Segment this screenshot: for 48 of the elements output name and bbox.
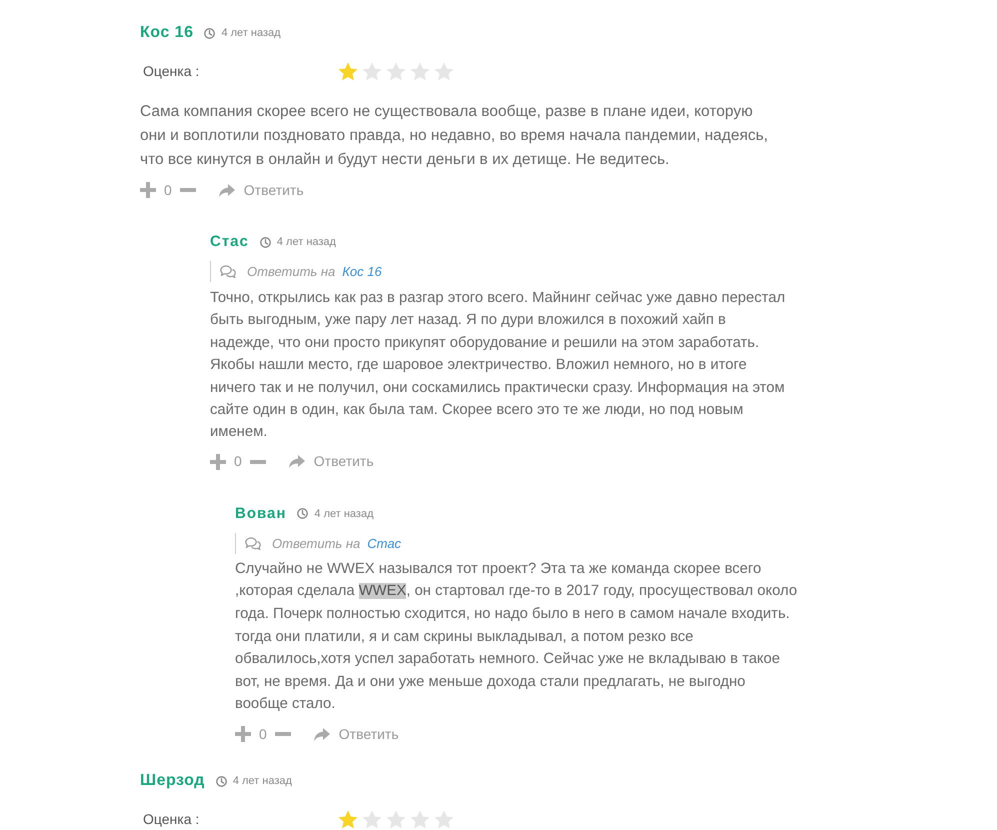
plus-icon[interactable]: [210, 454, 226, 470]
vote-count: 0: [164, 180, 172, 200]
author-name: Шерзод: [140, 771, 205, 791]
comment-text: Сама компания скорее всего не существовала вообще, разве в плане идеи, которую они и воплотили поздновато правда, но недавно, во время начала пандемии, надеясь, что все кинутся в онлайн и будут нести деньги в их детище. Не ведитесь.: [140, 102, 769, 170]
author-name: Кос 16: [140, 23, 194, 43]
reply-to-label: Ответить на: [272, 534, 360, 553]
minus-icon[interactable]: [274, 732, 291, 736]
speech-bubbles-icon: [245, 536, 261, 550]
minus-icon[interactable]: [180, 188, 196, 192]
comment-time: 4 лет назад: [314, 506, 374, 522]
comment-time: 4 лет назад: [221, 26, 281, 41]
star-icon: [434, 62, 454, 81]
comment-time: 4 лет назад: [276, 234, 336, 250]
star-icon: [410, 810, 430, 829]
clock-icon: [216, 776, 227, 786]
reply-arrow-icon: [314, 728, 330, 740]
star-icon: [386, 62, 406, 81]
reply-button[interactable]: Ответить: [288, 451, 374, 472]
star-icon: [410, 62, 430, 81]
reply-button[interactable]: Ответить: [314, 724, 399, 744]
reply-arrow-icon: [288, 455, 305, 468]
reply-to-link[interactable]: Стас: [367, 534, 402, 554]
reply-to-link[interactable]: Кос 16: [342, 262, 382, 282]
star-icon: [362, 810, 382, 829]
reply-button[interactable]: Ответить: [218, 180, 304, 200]
vote-count: 0: [234, 452, 242, 472]
comment-text: Случайно не WWEX назывался тот проект? Эта та же команда скорее всего ,которая сделала WWEX, он стартовал где-то в 2017 году, просуществовал около года. Почерк полностью сходится, но надо было в него в самом начале входить. тогда они платили, я и сам скрины выкладывал, а потом резко все обвалилось,хотя успел заработать немного. Сейчас уже не вкладываю в такое вот, не время. Да и они уже меньше дохода стали предлагать, не выгодно вообще стало.: [235, 560, 798, 714]
clock-icon: [297, 508, 308, 520]
comment-time: 4 лет назад: [232, 774, 292, 789]
star-icon: [386, 810, 406, 829]
plus-icon[interactable]: [235, 726, 251, 742]
star-icon: [362, 62, 382, 81]
clock-icon: [260, 236, 271, 248]
minus-icon[interactable]: [250, 460, 266, 464]
star-icon: [434, 810, 454, 829]
author-name: Вован: [235, 504, 286, 524]
star-icon: [338, 810, 358, 829]
vote-count: 0: [259, 724, 267, 744]
comment-text: Точно, открылись как раз в разгар этого всего. Майнинг сейчас уже давно перестал быть выгодным, уже пару лет назад. Я по дури вложился в похожий хайп в надежде, что они просто прикупят оборудование и решили на этом заработать. Якобы нашли место, где шаровое электричество. Вложил немного, но в итоге ничего так и не получил, они соскамились практически сразу. Информация на этом сайте один в один, как была там. Скорее всего это те же люди, но под новым именем.: [210, 289, 786, 442]
rating-label: Оценка :: [143, 62, 200, 81]
rating-label: Оценка :: [143, 810, 200, 829]
clock-icon: [204, 28, 216, 38]
star-icon: [338, 62, 358, 81]
reply-arrow-icon: [218, 184, 235, 196]
speech-bubbles-icon: [220, 265, 236, 278]
reply-to-label: Ответить на: [247, 262, 336, 281]
author-name: Стас: [210, 232, 249, 252]
plus-icon[interactable]: [140, 182, 156, 198]
